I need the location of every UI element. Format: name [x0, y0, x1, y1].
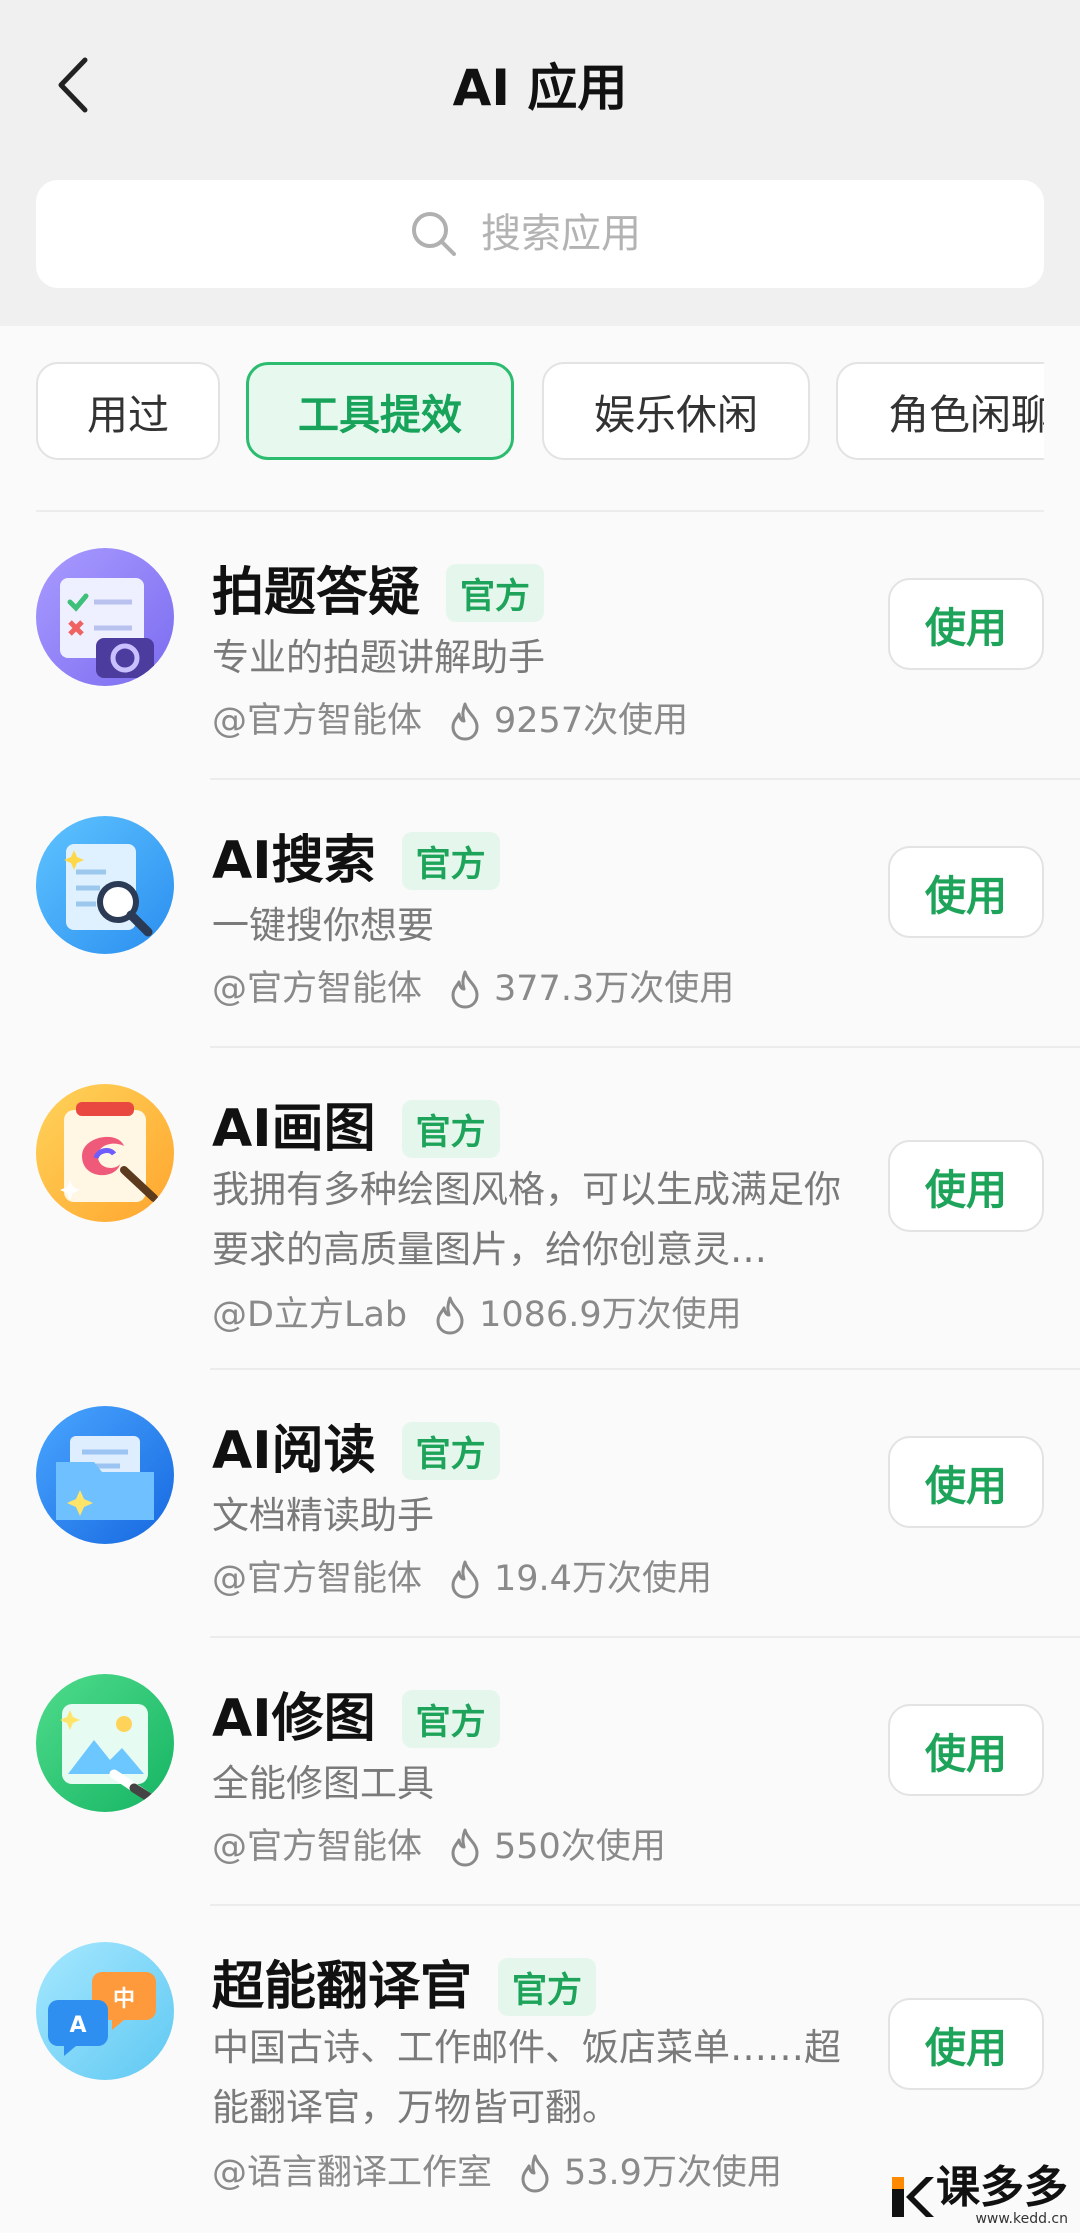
list-item[interactable]: 拍题答疑 官方 专业的拍题讲解助手 @官方智能体 9257次使用 使用: [0, 512, 1080, 780]
app-title-row: 拍题答疑 官方: [212, 558, 545, 628]
search-icon: [412, 212, 456, 256]
flame-icon: [451, 1560, 479, 1599]
use-button[interactable]: 使用: [888, 846, 1044, 938]
app-meta: @官方智能体 377.3万次使用: [212, 964, 734, 1014]
app-title-row: AI阅读 官方: [212, 1416, 500, 1486]
image-edit-icon: [36, 1674, 174, 1812]
app-title-row: AI画图 官方: [212, 1094, 500, 1164]
flame-icon: [436, 1296, 464, 1335]
flame-icon: [451, 702, 479, 741]
list-item[interactable]: AI搜索 官方 一键搜你想要 @官方智能体 377.3万次使用 使用: [0, 780, 1080, 1048]
app-name: AI搜索: [212, 831, 376, 891]
app-meta: @D立方Lab 1086.9万次使用: [212, 1290, 742, 1340]
official-badge: 官方: [401, 832, 500, 890]
use-button[interactable]: 使用: [888, 1436, 1044, 1528]
app-description: 中国古诗、工作邮件、饭店菜单……超能翻译官，万物皆可翻。: [212, 2026, 841, 2129]
watermark-url: www.kedd.cn: [975, 2211, 1068, 2227]
use-button[interactable]: 使用: [888, 1704, 1044, 1796]
tab-entertainment[interactable]: 娱乐休闲: [542, 362, 810, 460]
svg-text:中: 中: [113, 1987, 135, 2012]
app-author: @语言翻译工作室: [212, 2153, 493, 2193]
official-badge: 官方: [401, 1690, 500, 1748]
app-meta: @官方智能体 550次使用: [212, 1822, 666, 1872]
watermark-text: 课多多: [936, 2162, 1068, 2213]
app-usage-count: 377.3万次使用: [494, 969, 735, 1009]
app-meta: @官方智能体 19.4万次使用: [212, 1554, 712, 1604]
app-name: AI修图: [212, 1689, 376, 1749]
search-bar[interactable]: [36, 180, 1044, 288]
app-name: AI阅读: [212, 1421, 376, 1481]
official-badge: 官方: [498, 1958, 597, 2016]
app-usage-count: 53.9万次使用: [564, 2153, 782, 2193]
search-document-icon: [36, 816, 174, 954]
app-author: @D立方Lab: [212, 1295, 408, 1335]
app-title-row: AI搜索 官方: [212, 826, 500, 896]
official-badge: 官方: [401, 1100, 500, 1158]
painting-icon: [36, 1084, 174, 1222]
translate-bubbles-icon: 中 A: [36, 1942, 174, 2080]
use-button[interactable]: 使用: [888, 1140, 1044, 1232]
use-button[interactable]: 使用: [888, 1998, 1044, 2090]
tab-role-chat[interactable]: 角色闲聊: [836, 362, 1044, 460]
svg-text:A: A: [69, 2013, 86, 2038]
app-usage-count: 19.4万次使用: [494, 1559, 712, 1599]
app-title-row: 超能翻译官 官方: [212, 1952, 597, 2022]
app-description: 专业的拍题讲解助手: [212, 636, 545, 679]
watermark: 课多多 www.kedd.cn: [886, 2165, 1068, 2227]
search-input[interactable]: [481, 211, 671, 257]
page-title: AI 应用: [452, 59, 628, 117]
flame-icon: [521, 2154, 549, 2193]
flame-icon: [451, 970, 479, 1009]
list-item[interactable]: AI阅读 官方 文档精读助手 @官方智能体 19.4万次使用 使用: [0, 1370, 1080, 1638]
app-author: @官方智能体: [212, 701, 423, 741]
app-name: AI画图: [212, 1099, 376, 1159]
flame-icon: [451, 1828, 479, 1867]
app-title-row: AI修图 官方: [212, 1684, 500, 1754]
app-meta: @语言翻译工作室 53.9万次使用: [212, 2148, 782, 2198]
app-author: @官方智能体: [212, 1827, 423, 1867]
app-author: @官方智能体: [212, 969, 423, 1009]
folder-icon: [36, 1406, 174, 1544]
app-description: 一键搜你想要: [212, 904, 434, 947]
app-usage-count: 550次使用: [494, 1827, 666, 1867]
app-usage-count: 1086.9万次使用: [479, 1295, 742, 1335]
tab-tools[interactable]: 工具提效: [246, 362, 514, 460]
list-item[interactable]: AI画图 官方 我拥有多种绘图风格，可以生成满足你要求的高质量图片，给你创意灵……: [0, 1048, 1080, 1370]
app-name: 拍题答疑: [212, 563, 421, 623]
watermark-logo: [892, 2177, 934, 2217]
app-usage-count: 9257次使用: [494, 701, 689, 741]
app-description: 文档精读助手: [212, 1494, 434, 1537]
use-button[interactable]: 使用: [888, 578, 1044, 670]
app-meta: @官方智能体 9257次使用: [212, 696, 688, 746]
app-description: 全能修图工具: [212, 1762, 434, 1805]
app-name: 超能翻译官: [212, 1957, 473, 2017]
tab-used[interactable]: 用过: [36, 362, 220, 460]
list-item[interactable]: AI修图 官方 全能修图工具 @官方智能体 550次使用 使用: [0, 1638, 1080, 1906]
app-description: 我拥有多种绘图风格，可以生成满足你要求的高质量图片，给你创意灵…: [212, 1168, 841, 1271]
photo-question-icon: [36, 548, 174, 686]
official-badge: 官方: [401, 1422, 500, 1480]
category-tabs: 用过 工具提效 娱乐休闲 角色闲聊: [36, 362, 1044, 462]
top-bar: AI 应用: [0, 0, 1080, 326]
official-badge: 官方: [446, 564, 545, 622]
app-author: @官方智能体: [212, 1559, 423, 1599]
